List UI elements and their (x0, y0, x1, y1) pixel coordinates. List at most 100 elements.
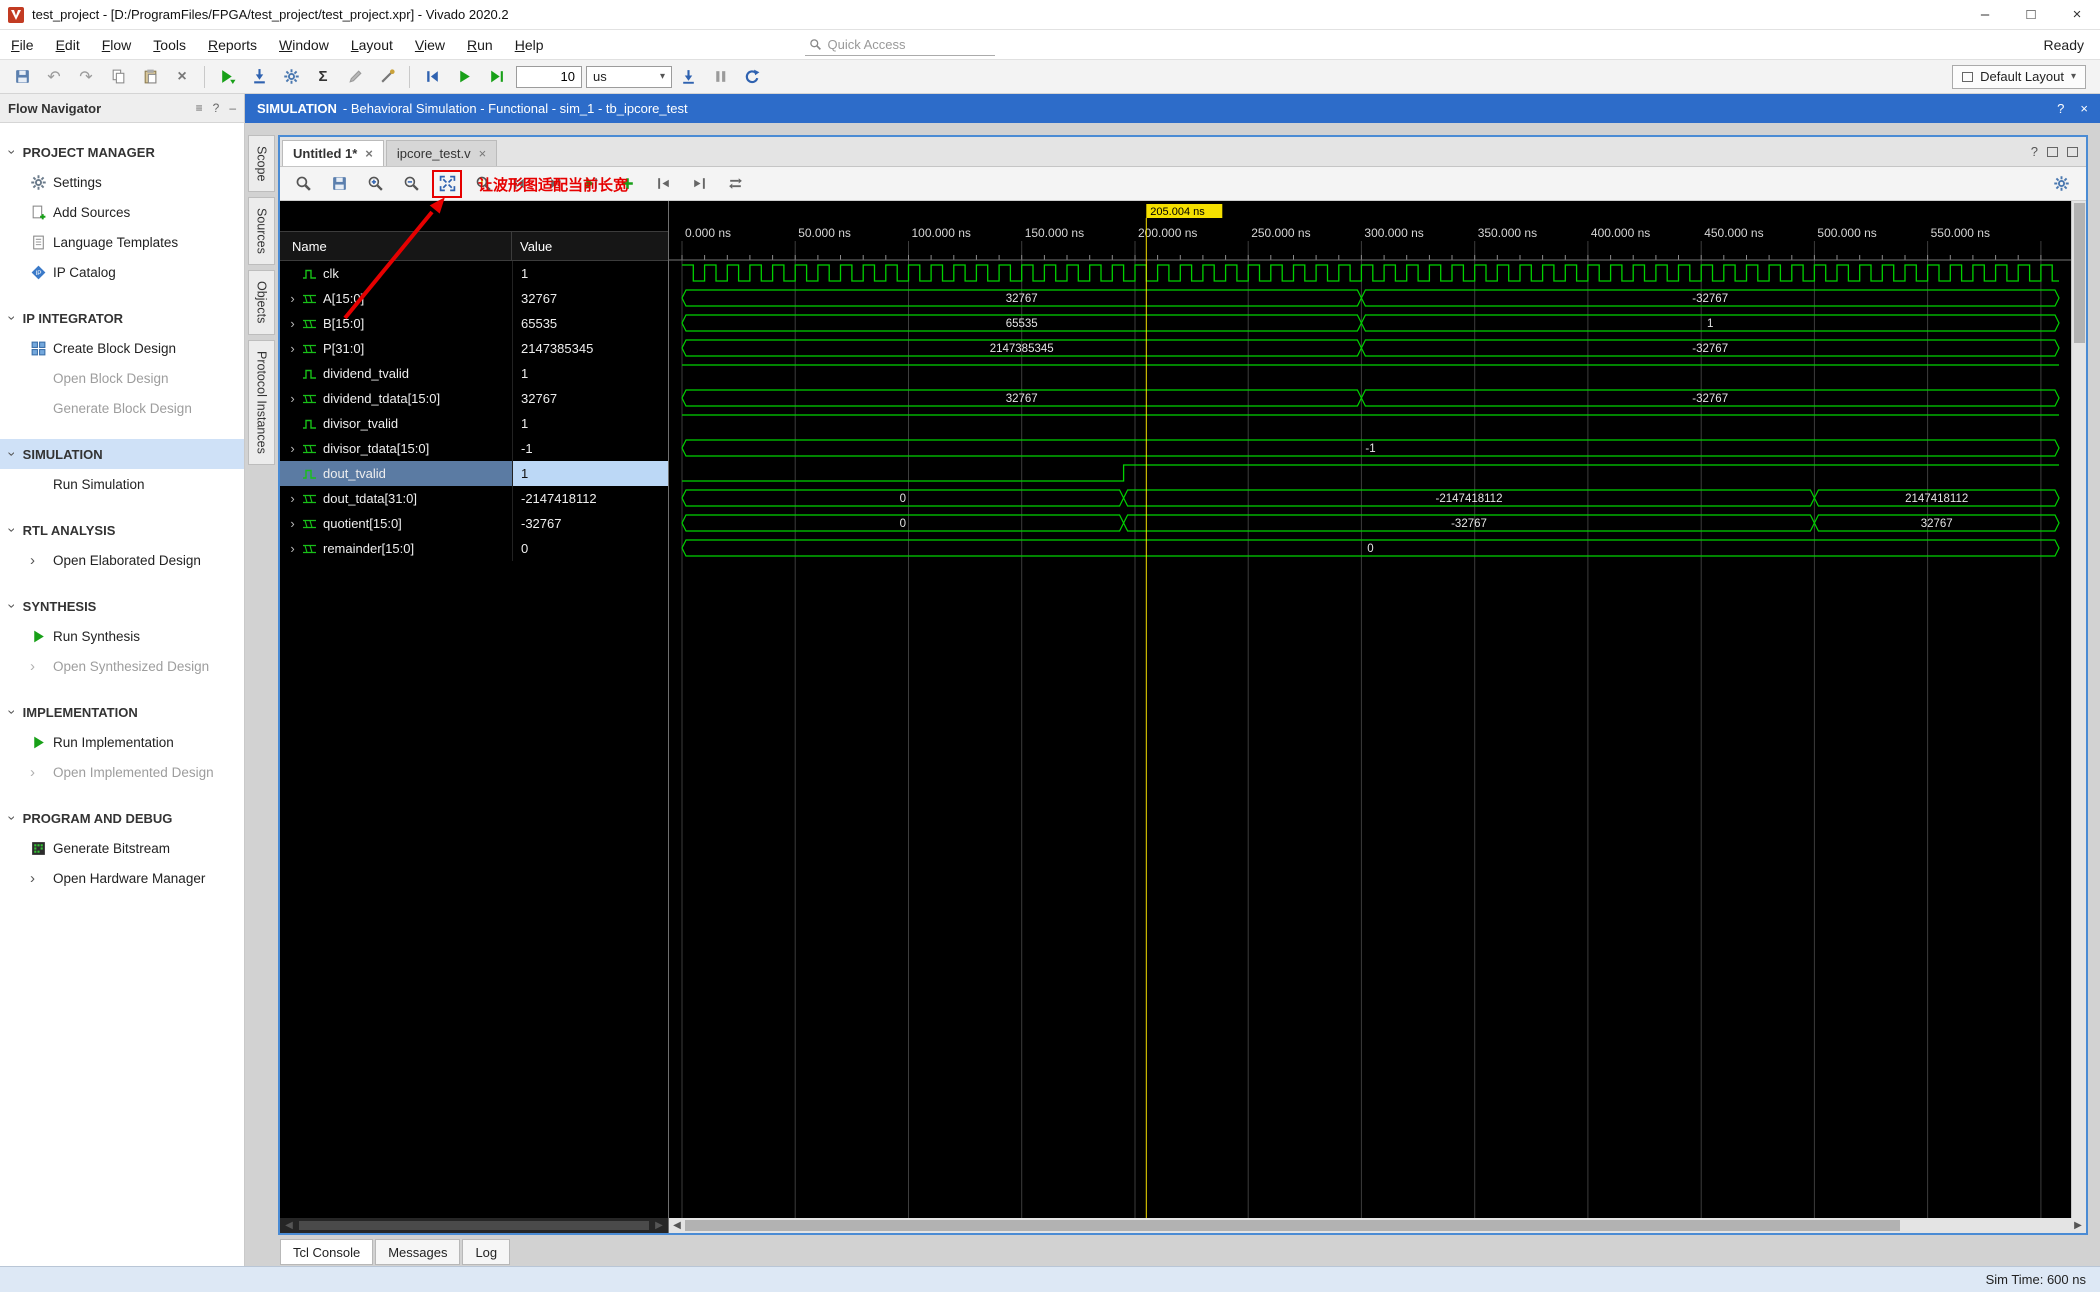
quick-access-search[interactable]: Quick Access (804, 34, 995, 56)
signal-row-divisor-tvalid[interactable]: divisor_tvalid 1 (280, 411, 668, 436)
side-tab-objects[interactable]: Objects (248, 270, 275, 335)
help-icon[interactable]: ? (213, 101, 220, 115)
nav-section-implementation[interactable]: › IMPLEMENTATION (0, 697, 244, 727)
zoom-out-button[interactable] (396, 170, 426, 198)
menu-edit[interactable]: Edit (45, 30, 91, 59)
close-button[interactable]: × (2054, 0, 2100, 29)
find-button[interactable] (288, 170, 318, 198)
signal-row-dividend-tdata-15-0-[interactable]: › dividend_tdata[15:0] 32767 (280, 386, 668, 411)
save-wave-button[interactable] (324, 170, 354, 198)
copy-button[interactable] (102, 63, 134, 91)
editor-tab-ipcore-test-v[interactable]: ipcore_test.v × (385, 140, 498, 166)
minimize-panel-icon[interactable]: – (229, 101, 236, 115)
nav-item-ip-catalog[interactable]: IP IP Catalog (0, 257, 244, 287)
name-column-header[interactable]: Name (280, 232, 512, 260)
expand-arrow-icon[interactable]: › (286, 391, 299, 406)
nav-item-run-synthesis[interactable]: Run Synthesis (0, 621, 244, 651)
signal-row-divisor-tdata-15-0-[interactable]: › divisor_tdata[15:0] -1 (280, 436, 668, 461)
undo-button[interactable]: ↶ (38, 63, 70, 91)
goto-start-button[interactable] (648, 170, 678, 198)
signal-value-cell[interactable]: 2147385345 (512, 336, 668, 361)
nav-item-open-hardware-manager[interactable]: › Open Hardware Manager (0, 863, 244, 893)
scroll-left-icon[interactable]: ◀ (283, 1220, 295, 1231)
signal-value-cell[interactable]: -32767 (512, 511, 668, 536)
nav-item-open-implemented-design[interactable]: › Open Implemented Design (0, 757, 244, 787)
signal-row-clk[interactable]: clk 1 (280, 261, 668, 286)
signal-name-cell[interactable]: clk (280, 261, 512, 286)
signal-name-cell[interactable]: divisor_tvalid (280, 411, 512, 436)
nav-section-ip-integrator[interactable]: › IP INTEGRATOR (0, 303, 244, 333)
expand-arrow-icon[interactable]: › (286, 491, 299, 506)
menu-reports[interactable]: Reports (197, 30, 268, 59)
signal-value-cell[interactable]: 1 (512, 361, 668, 386)
swap-cursor-button[interactable] (720, 170, 750, 198)
menu-run[interactable]: Run (456, 30, 504, 59)
signal-name-cell[interactable]: › remainder[15:0] (280, 536, 512, 561)
edit-button[interactable] (339, 63, 371, 91)
probe-button[interactable] (371, 63, 403, 91)
scroll-right-icon[interactable]: ▶ (653, 1220, 665, 1231)
time-unit-select[interactable]: us ▾ (586, 65, 672, 88)
value-column-header[interactable]: Value (512, 239, 668, 254)
signal-row-quotient-15-0-[interactable]: › quotient[15:0] -32767 (280, 511, 668, 536)
signal-value-cell[interactable]: 1 (512, 461, 668, 486)
expand-arrow-icon[interactable]: › (286, 316, 299, 331)
zoom-fit-button[interactable] (432, 169, 462, 198)
collapse-all-icon[interactable]: ≡ (196, 101, 203, 115)
panel-help-icon[interactable]: ? (2031, 144, 2038, 159)
console-tab-tcl-console[interactable]: Tcl Console (280, 1239, 374, 1265)
signal-value-cell[interactable]: 32767 (512, 386, 668, 411)
step-into-button[interactable] (243, 63, 275, 91)
scrollbar-thumb[interactable] (685, 1220, 1901, 1231)
nav-item-settings[interactable]: Settings (0, 167, 244, 197)
nav-section-project-manager[interactable]: › PROJECT MANAGER (0, 137, 244, 167)
expand-arrow-icon[interactable]: › (286, 516, 299, 531)
expand-arrow-icon[interactable]: › (286, 291, 299, 306)
signal-name-cell[interactable]: › B[15:0] (280, 311, 512, 336)
signal-name-cell[interactable]: › quotient[15:0] (280, 511, 512, 536)
side-tab-scope[interactable]: Scope (248, 135, 275, 193)
menu-file[interactable]: File (0, 30, 45, 59)
pause-button[interactable] (704, 63, 736, 91)
scroll-left-icon[interactable]: ◀ (671, 1220, 683, 1231)
signal-row-b-15-0-[interactable]: › B[15:0] 65535 (280, 311, 668, 336)
restart-sim-button[interactable] (416, 63, 448, 91)
menu-window[interactable]: Window (268, 30, 340, 59)
signal-name-cell[interactable]: › divisor_tdata[15:0] (280, 436, 512, 461)
console-tab-messages[interactable]: Messages (375, 1239, 461, 1265)
nav-item-generate-block-design[interactable]: Generate Block Design (0, 393, 244, 423)
nav-item-generate-bitstream[interactable]: Generate Bitstream (0, 833, 244, 863)
side-tab-sources[interactable]: Sources (248, 197, 275, 266)
scrollbar-thumb[interactable] (2074, 203, 2085, 343)
scrollbar-thumb[interactable] (299, 1221, 649, 1230)
signal-value-cell[interactable]: 1 (512, 411, 668, 436)
waveform-hscrollbar[interactable]: ◀ ▶ (669, 1218, 2086, 1233)
signal-row-p-31-0-[interactable]: › P[31:0] 2147385345 (280, 336, 668, 361)
context-help-icon[interactable]: ? (2057, 101, 2064, 116)
signal-value-cell[interactable]: -1 (512, 436, 668, 461)
nav-section-program-and-debug[interactable]: › PROGRAM AND DEBUG (0, 803, 244, 833)
signal-value-cell[interactable]: 32767 (512, 286, 668, 311)
side-tab-protocol-instances[interactable]: Protocol Instances (248, 339, 275, 465)
save-project-button[interactable] (6, 63, 38, 91)
signal-name-cell[interactable]: › dout_tdata[31:0] (280, 486, 512, 511)
run-all-button[interactable] (448, 63, 480, 91)
close-icon[interactable]: × (479, 146, 487, 161)
context-close-icon[interactable]: × (2080, 101, 2088, 116)
signal-name-cell[interactable]: dividend_tvalid (280, 361, 512, 386)
signal-row-dout-tdata-31-0-[interactable]: › dout_tdata[31:0] -2147418112 (280, 486, 668, 511)
nav-item-run-simulation[interactable]: Run Simulation (0, 469, 244, 499)
maximize-panel-icon[interactable] (2067, 146, 2078, 157)
expand-arrow-icon[interactable]: › (286, 341, 299, 356)
float-panel-icon[interactable] (2047, 146, 2058, 157)
menu-layout[interactable]: Layout (340, 30, 404, 59)
sigma-button[interactable]: Σ (307, 63, 339, 91)
signal-row-remainder-15-0-[interactable]: › remainder[15:0] 0 (280, 536, 668, 561)
wave-settings-button[interactable] (2046, 170, 2076, 198)
signal-value-cell[interactable]: 65535 (512, 311, 668, 336)
waveform-canvas[interactable]: 0.000 ns 50.000 ns 100.000 ns 150.000 ns 200… (669, 201, 2071, 1218)
console-tab-log[interactable]: Log (462, 1239, 511, 1265)
signal-value-cell[interactable]: -2147418112 (512, 486, 668, 511)
signal-row-a-15-0-[interactable]: › A[15:0] 32767 (280, 286, 668, 311)
close-icon[interactable]: × (365, 146, 373, 161)
